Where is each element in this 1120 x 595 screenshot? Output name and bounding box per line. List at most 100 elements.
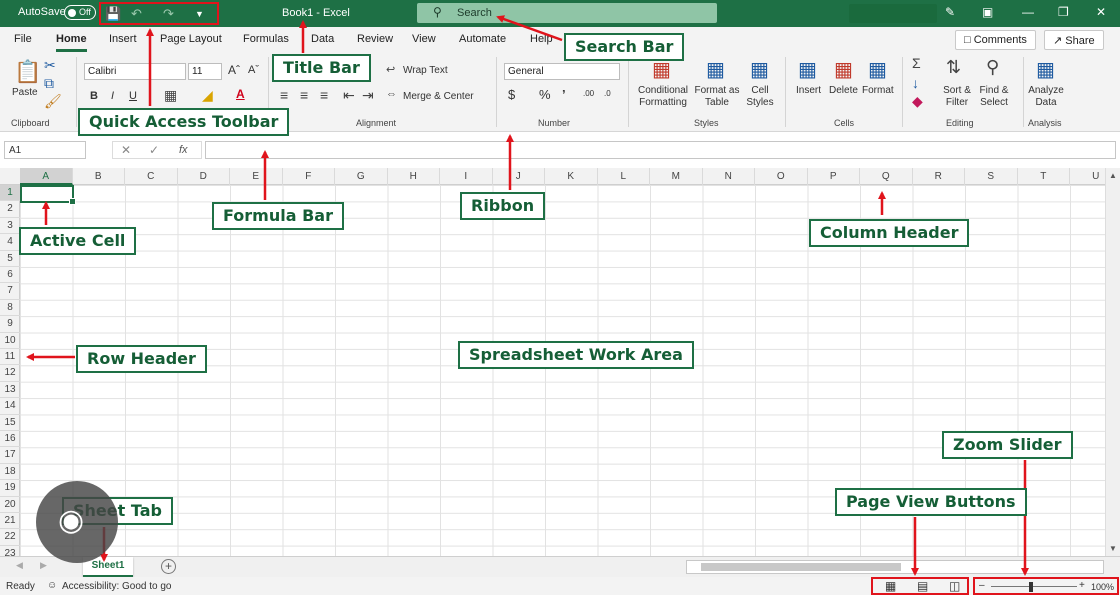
autosave-toggle[interactable]: Off: [64, 5, 96, 20]
tab-view[interactable]: View: [412, 33, 436, 45]
percent-icon[interactable]: %: [539, 88, 551, 101]
column-header-a[interactable]: A: [20, 168, 73, 185]
zoom-knob[interactable]: [1029, 582, 1033, 592]
column-header-j[interactable]: J: [493, 168, 545, 185]
prev-sheet-icon[interactable]: ◀: [16, 560, 23, 571]
column-header-s[interactable]: S: [965, 168, 1018, 185]
autosum-icon[interactable]: Σ: [912, 55, 921, 71]
tab-automate[interactable]: Automate: [459, 33, 506, 45]
horizontal-scrollbar[interactable]: [686, 560, 1104, 574]
row-header-19[interactable]: 19: [0, 480, 20, 497]
row-header-10[interactable]: 10: [0, 333, 20, 349]
cell-styles-button[interactable]: Cell Styles: [740, 85, 780, 109]
row-header-3[interactable]: 3: [0, 218, 20, 235]
row-header-14[interactable]: 14: [0, 398, 20, 415]
row-header-9[interactable]: 9: [0, 316, 20, 333]
fill-icon[interactable]: ↓: [912, 75, 919, 91]
redo-icon[interactable]: ↷: [163, 6, 174, 22]
fill-color-icon[interactable]: ◢: [202, 87, 213, 104]
decrease-font-icon[interactable]: Aˇ: [248, 64, 259, 76]
search-bar[interactable]: ⚲ Search: [417, 3, 717, 23]
decrease-indent-icon[interactable]: ⇤: [343, 87, 355, 104]
sort-filter-button[interactable]: Sort & Filter: [940, 85, 974, 109]
row-header-4[interactable]: 4: [0, 234, 20, 251]
conditional-formatting-button[interactable]: Conditional Formatting: [634, 85, 692, 109]
insert-function-icon[interactable]: fx: [179, 144, 188, 156]
column-header-e[interactable]: E: [230, 168, 283, 185]
column-header-i[interactable]: I: [440, 168, 493, 185]
ribbon-display-icon[interactable]: ▣: [982, 5, 993, 19]
currency-icon[interactable]: $: [508, 88, 515, 101]
increase-indent-icon[interactable]: ⇥: [362, 87, 374, 104]
share-button[interactable]: ↗ Share: [1044, 30, 1104, 50]
tab-review[interactable]: Review: [357, 33, 393, 45]
save-icon[interactable]: 💾: [105, 6, 121, 22]
font-size-select[interactable]: 11: [188, 63, 222, 80]
vertical-scrollbar[interactable]: ▲ ▼: [1105, 168, 1120, 556]
column-header-h[interactable]: H: [388, 168, 440, 185]
accessibility-status[interactable]: Accessibility: Good to go: [62, 581, 172, 592]
zoom-level[interactable]: 100%: [1091, 582, 1114, 592]
row-header-8[interactable]: 8: [0, 300, 20, 317]
borders-icon[interactable]: ▦: [164, 87, 177, 104]
row-header-1[interactable]: 1: [0, 185, 20, 202]
cancel-icon[interactable]: ✕: [121, 143, 131, 157]
column-header-d[interactable]: D: [178, 168, 230, 185]
close-icon[interactable]: ✕: [1096, 5, 1106, 19]
analyze-data-button[interactable]: Analyze Data: [1028, 85, 1064, 109]
column-header-r[interactable]: R: [913, 168, 965, 185]
paste-icon[interactable]: 📋: [14, 59, 41, 85]
wrap-text-button[interactable]: Wrap Text: [403, 65, 448, 77]
tab-help[interactable]: Help: [530, 33, 553, 45]
tab-page-layout[interactable]: Page Layout: [160, 33, 222, 45]
add-sheet-icon[interactable]: +: [161, 559, 176, 574]
format-cells-button[interactable]: Format: [862, 85, 894, 97]
column-header-b[interactable]: B: [73, 168, 125, 185]
underline-icon[interactable]: U: [129, 90, 137, 102]
row-header-6[interactable]: 6: [0, 267, 20, 284]
column-header-k[interactable]: K: [545, 168, 598, 185]
tab-data[interactable]: Data: [311, 33, 334, 45]
zoom-track[interactable]: [991, 586, 1077, 587]
clear-icon[interactable]: ◆: [912, 93, 923, 110]
tab-home[interactable]: Home: [56, 33, 87, 52]
zoom-out-icon[interactable]: –: [979, 580, 985, 591]
tab-file[interactable]: File: [14, 33, 32, 45]
row-header-13[interactable]: 13: [0, 382, 20, 399]
number-format-select[interactable]: General: [504, 63, 620, 80]
row-header-7[interactable]: 7: [0, 283, 20, 300]
normal-view-icon[interactable]: ▦: [885, 579, 896, 593]
find-select-button[interactable]: Find & Select: [976, 85, 1012, 109]
column-header-g[interactable]: G: [335, 168, 388, 185]
cut-icon[interactable]: ✂: [44, 57, 56, 74]
row-header-11[interactable]: 11: [0, 349, 20, 366]
row-header-12[interactable]: 12: [0, 365, 20, 382]
column-header-u[interactable]: U: [1070, 168, 1105, 185]
increase-font-icon[interactable]: Aˆ: [228, 64, 240, 76]
name-box[interactable]: A1: [4, 141, 86, 159]
paste-label[interactable]: Paste: [12, 87, 38, 99]
row-header-2[interactable]: 2: [0, 201, 20, 218]
align-right-icon[interactable]: ≡: [320, 87, 328, 103]
enter-icon[interactable]: ✓: [149, 143, 159, 157]
tab-formulas[interactable]: Formulas: [243, 33, 289, 45]
page-layout-view-icon[interactable]: ▤: [917, 579, 928, 593]
column-header-n[interactable]: N: [703, 168, 755, 185]
column-header-c[interactable]: C: [125, 168, 178, 185]
active-cell[interactable]: [20, 185, 76, 205]
formula-input[interactable]: [205, 141, 1116, 159]
insert-cells-button[interactable]: Insert: [796, 85, 821, 97]
minimize-icon[interactable]: —: [1022, 5, 1034, 19]
row-header-5[interactable]: 5: [0, 251, 20, 267]
maximize-icon[interactable]: ❐: [1058, 5, 1069, 19]
undo-icon[interactable]: ↶: [131, 6, 142, 22]
align-center-icon[interactable]: ≡: [300, 87, 308, 103]
format-painter-icon[interactable]: 🖌: [44, 93, 62, 110]
scroll-thumb[interactable]: [701, 563, 901, 571]
scroll-up-icon[interactable]: ▲: [1109, 171, 1117, 180]
italic-icon[interactable]: I: [111, 90, 114, 102]
zoom-in-icon[interactable]: +: [1079, 580, 1085, 591]
tab-insert[interactable]: Insert: [109, 33, 137, 45]
bold-icon[interactable]: B: [90, 90, 98, 102]
increase-decimal-icon[interactable]: .00: [583, 88, 594, 100]
